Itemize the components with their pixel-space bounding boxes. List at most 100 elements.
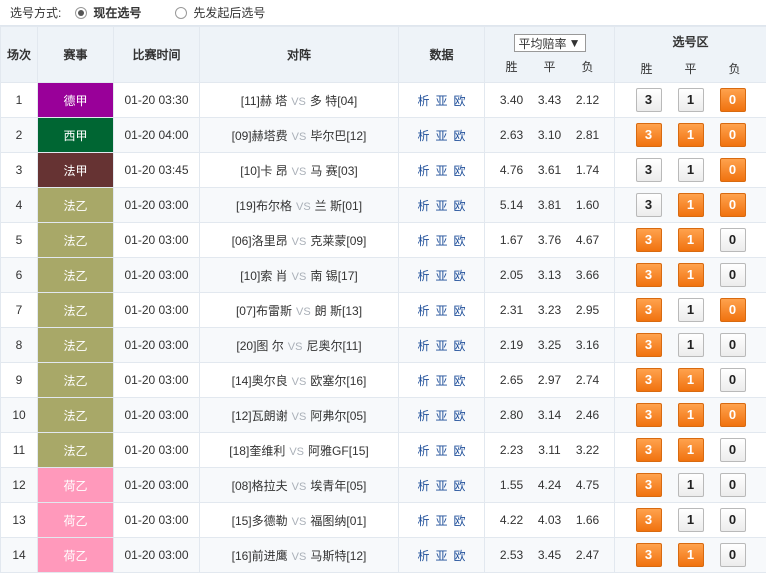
pick-button-0[interactable]: 0 (719, 228, 746, 252)
pick-button-1[interactable]: 1 (677, 193, 704, 217)
asian-odds-link[interactable]: 亚 (435, 374, 447, 388)
pick-button-0[interactable]: 0 (719, 543, 746, 567)
home-team[interactable]: 多德勒 (252, 514, 288, 528)
away-team[interactable]: 毕尔巴 (310, 129, 346, 143)
analysis-link[interactable]: 析 (417, 164, 429, 178)
away-team[interactable]: 马斯特 (310, 549, 346, 563)
asian-odds-link[interactable]: 亚 (435, 164, 447, 178)
euro-odds-link[interactable]: 欧 (454, 234, 466, 248)
pick-button-3[interactable]: 3 (635, 438, 662, 462)
home-team[interactable]: 布雷斯 (256, 304, 292, 318)
league-badge[interactable]: 法乙 (37, 222, 114, 258)
pick-button-0[interactable]: 0 (719, 438, 746, 462)
pick-button-0[interactable]: 0 (719, 333, 746, 357)
pick-button-3[interactable]: 3 (635, 333, 662, 357)
euro-odds-link[interactable]: 欧 (454, 339, 466, 353)
analysis-link[interactable]: 析 (417, 339, 429, 353)
radio-unchecked-icon[interactable] (175, 6, 188, 19)
league-badge[interactable]: 荷乙 (37, 467, 114, 503)
pick-button-0[interactable]: 0 (719, 368, 746, 392)
euro-odds-link[interactable]: 欧 (454, 164, 466, 178)
asian-odds-link[interactable]: 亚 (435, 199, 447, 213)
pick-button-1[interactable]: 1 (677, 473, 704, 497)
pick-button-3[interactable]: 3 (635, 263, 662, 287)
pick-button-3[interactable]: 3 (635, 403, 662, 427)
analysis-link[interactable]: 析 (417, 304, 429, 318)
home-team[interactable]: 奎维利 (249, 444, 285, 458)
euro-odds-link[interactable]: 欧 (454, 269, 466, 283)
home-team[interactable]: 赫塔费 (252, 129, 288, 143)
pick-button-3[interactable]: 3 (635, 88, 662, 112)
asian-odds-link[interactable]: 亚 (435, 129, 447, 143)
analysis-link[interactable]: 析 (417, 444, 429, 458)
away-team[interactable]: 阿弗尔 (310, 409, 346, 423)
pick-button-1[interactable]: 1 (677, 298, 704, 322)
euro-odds-link[interactable]: 欧 (454, 374, 466, 388)
analysis-link[interactable]: 析 (417, 129, 429, 143)
asian-odds-link[interactable]: 亚 (435, 94, 447, 108)
pick-button-3[interactable]: 3 (635, 228, 662, 252)
analysis-link[interactable]: 析 (417, 409, 429, 423)
pick-button-0[interactable]: 0 (719, 403, 746, 427)
pick-button-3[interactable]: 3 (635, 473, 662, 497)
asian-odds-link[interactable]: 亚 (435, 269, 447, 283)
league-badge[interactable]: 法乙 (37, 187, 114, 223)
pick-button-0[interactable]: 0 (719, 158, 746, 182)
analysis-link[interactable]: 析 (417, 374, 429, 388)
home-team[interactable]: 卡 昂 (260, 164, 287, 178)
analysis-link[interactable]: 析 (417, 269, 429, 283)
radio-checked-icon[interactable] (75, 6, 88, 19)
pick-button-0[interactable]: 0 (719, 473, 746, 497)
asian-odds-link[interactable]: 亚 (435, 304, 447, 318)
asian-odds-link[interactable]: 亚 (435, 409, 447, 423)
away-team[interactable]: 南 锡 (310, 269, 337, 283)
away-team[interactable]: 埃青年 (310, 479, 346, 493)
pick-button-1[interactable]: 1 (677, 228, 704, 252)
home-team[interactable]: 布尔格 (256, 199, 292, 213)
league-badge[interactable]: 法甲 (37, 152, 114, 188)
euro-odds-link[interactable]: 欧 (454, 479, 466, 493)
analysis-link[interactable]: 析 (417, 549, 429, 563)
pick-button-3[interactable]: 3 (635, 543, 662, 567)
asian-odds-link[interactable]: 亚 (435, 444, 447, 458)
league-badge[interactable]: 法乙 (37, 292, 114, 328)
home-team[interactable]: 前进鹰 (252, 549, 288, 563)
pick-button-1[interactable]: 1 (677, 263, 704, 287)
asian-odds-link[interactable]: 亚 (435, 339, 447, 353)
pick-button-1[interactable]: 1 (677, 438, 704, 462)
pick-button-0[interactable]: 0 (719, 263, 746, 287)
euro-odds-link[interactable]: 欧 (454, 549, 466, 563)
euro-odds-link[interactable]: 欧 (454, 129, 466, 143)
home-team[interactable]: 图 尔 (256, 339, 283, 353)
analysis-link[interactable]: 析 (417, 94, 429, 108)
radio-current-selection[interactable]: 现在选号 (75, 4, 141, 21)
asian-odds-link[interactable]: 亚 (435, 234, 447, 248)
pick-button-1[interactable]: 1 (677, 508, 704, 532)
analysis-link[interactable]: 析 (417, 514, 429, 528)
away-team[interactable]: 朗 斯 (315, 304, 342, 318)
home-team[interactable]: 洛里昂 (252, 234, 288, 248)
league-badge[interactable]: 法乙 (37, 362, 114, 398)
home-team[interactable]: 格拉夫 (252, 479, 288, 493)
pick-button-3[interactable]: 3 (635, 298, 662, 322)
radio-later-selection[interactable]: 先发起后选号 (175, 4, 265, 21)
odds-type-select[interactable]: 平均赔率 ▼ (513, 34, 586, 52)
euro-odds-link[interactable]: 欧 (454, 94, 466, 108)
analysis-link[interactable]: 析 (417, 199, 429, 213)
pick-button-3[interactable]: 3 (635, 193, 662, 217)
home-team[interactable]: 赫 塔 (260, 94, 287, 108)
home-team[interactable]: 瓦朗谢 (252, 409, 288, 423)
euro-odds-link[interactable]: 欧 (454, 444, 466, 458)
league-badge[interactable]: 法乙 (37, 432, 114, 468)
away-team[interactable]: 阿雅GF (308, 444, 349, 458)
euro-odds-link[interactable]: 欧 (454, 409, 466, 423)
league-badge[interactable]: 德甲 (37, 82, 114, 118)
league-badge[interactable]: 荷乙 (37, 537, 114, 573)
away-team[interactable]: 欧塞尔 (310, 374, 346, 388)
league-badge[interactable]: 荷乙 (37, 502, 114, 538)
pick-button-1[interactable]: 1 (677, 88, 704, 112)
pick-button-1[interactable]: 1 (677, 158, 704, 182)
pick-button-1[interactable]: 1 (677, 123, 704, 147)
home-team[interactable]: 索 肖 (260, 269, 287, 283)
pick-button-0[interactable]: 0 (719, 88, 746, 112)
